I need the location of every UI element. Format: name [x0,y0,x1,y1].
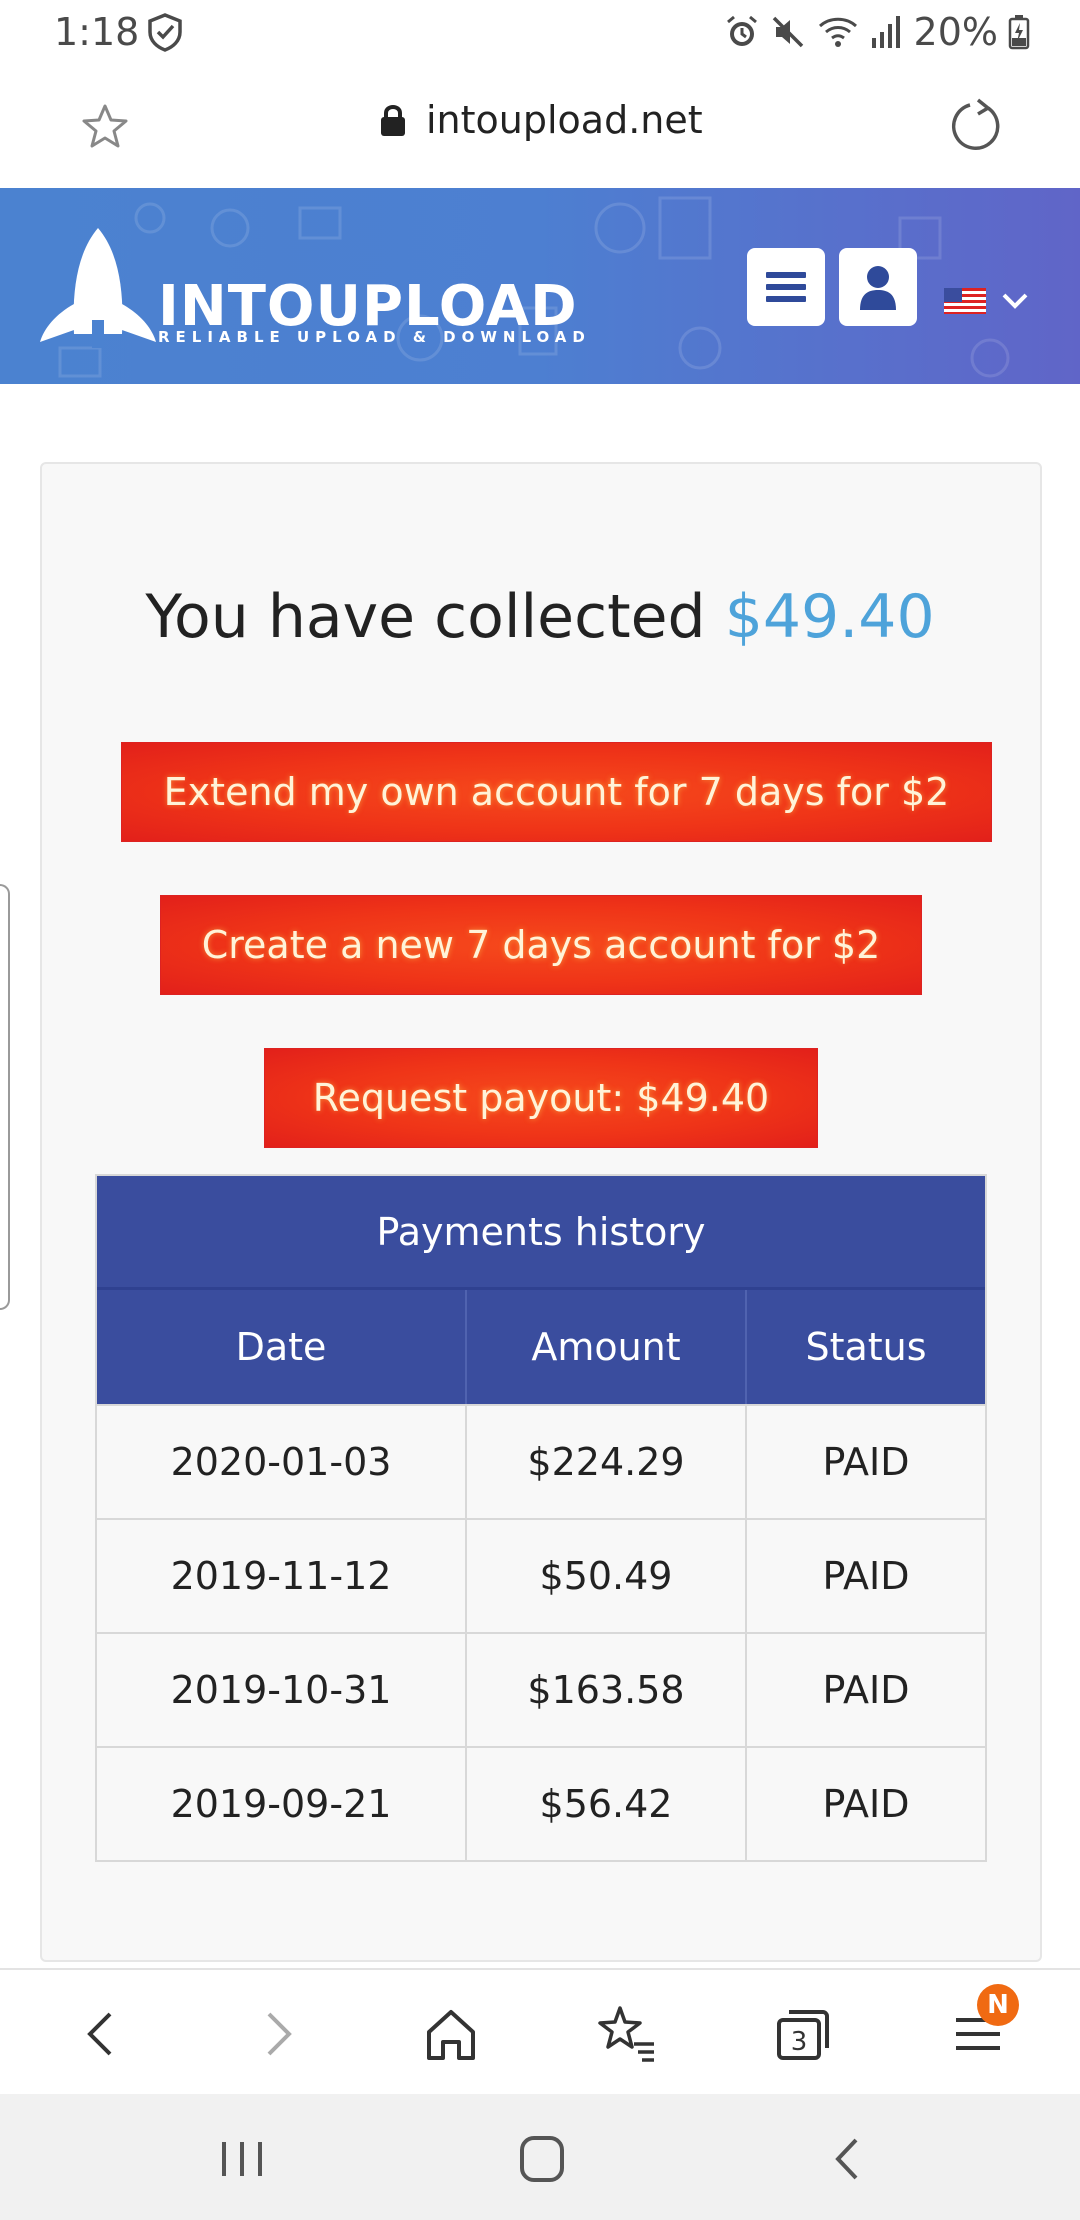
status-bar: 1:18 20% [0,0,1080,64]
browser-toolbar: 3 [0,1968,1080,2094]
chevron-down-icon[interactable] [1000,286,1030,316]
bookmarks-icon[interactable] [596,2002,660,2066]
side-drawer-handle[interactable] [0,884,10,1310]
status-icons: 20% [724,10,1030,54]
column-header-amount: Amount [467,1290,747,1404]
hamburger-menu-button[interactable] [747,248,825,326]
notification-badge: N [977,1984,1019,2026]
hamburger-menu-icon [766,272,806,302]
home-icon[interactable] [419,2002,483,2066]
table-row: 2019-11-12 $50.49 PAID [97,1518,985,1632]
user-account-button[interactable] [839,248,917,326]
create-account-button[interactable]: Create a new 7 days account for $2 [160,895,922,995]
payment-amount: $163.58 [467,1634,747,1746]
wifi-icon [818,17,857,47]
battery-percent: 20% [913,10,998,54]
shield-check-icon [148,13,182,52]
table-row: 2019-10-31 $163.58 PAID [97,1632,985,1746]
payments-history-table: Payments history Date Amount Status 2020… [95,1174,987,1862]
back-icon[interactable] [70,2002,134,2066]
column-header-date: Date [97,1290,467,1404]
payment-date: 2019-11-12 [97,1520,467,1632]
address-field[interactable]: intoupload.net [378,98,703,142]
site-header: INTOUPLOAD RELIABLE UPLOAD & DOWNLOAD [0,188,1080,384]
recent-apps-icon[interactable] [212,2132,272,2186]
payment-amount: $224.29 [467,1406,747,1518]
payment-date: 2019-10-31 [97,1634,467,1746]
alarm-icon [726,15,757,46]
us-flag-icon[interactable] [944,288,986,314]
payments-history-title: Payments history [97,1176,985,1290]
logo-tagline: RELIABLE UPLOAD & DOWNLOAD [158,328,591,346]
payment-status: PAID [822,1668,910,1712]
collected-amount: $49.40 [724,582,935,652]
payment-date: 2020-01-03 [97,1406,467,1518]
reload-icon[interactable] [948,98,1004,154]
extend-account-button[interactable]: Extend my own account for 7 days for $2 [121,742,992,842]
collected-label: You have collected [145,582,725,652]
mute-icon [772,16,803,48]
forward-icon[interactable] [245,2002,309,2066]
battery-charging-icon [1008,15,1030,50]
status-time: 1:18 [54,10,140,54]
payment-status: PAID [822,1782,910,1826]
payment-amount: $50.49 [467,1520,747,1632]
url-text: intoupload.net [426,98,703,142]
column-header-status: Status [805,1325,927,1369]
bookmark-star-icon[interactable] [80,102,130,152]
browser-url-bar: intoupload.net [0,64,1080,188]
signal-icon [871,16,900,48]
user-icon [860,266,896,310]
payment-amount: $56.42 [467,1748,747,1860]
tabs-count: 3 [791,2027,808,2057]
payment-status: PAID [822,1440,910,1484]
back-nav-icon[interactable] [818,2132,878,2186]
payment-status: PAID [822,1554,910,1598]
system-nav-bar [0,2094,1080,2220]
request-payout-button[interactable]: Request payout: $49.40 [264,1048,818,1148]
table-row: 2020-01-03 $224.29 PAID [97,1404,985,1518]
table-header-row: Date Amount Status [97,1290,985,1404]
home-nav-icon[interactable] [512,2132,572,2186]
tabs-icon[interactable]: 3 [771,2002,835,2066]
collected-headline: You have collected $49.40 [0,582,1080,652]
table-row: 2019-09-21 $56.42 PAID [97,1746,985,1860]
page: 1:18 20% intoupload.net INTOUPLOAD RELIA… [0,0,1080,2220]
lock-icon [381,105,405,136]
payment-date: 2019-09-21 [97,1748,467,1860]
